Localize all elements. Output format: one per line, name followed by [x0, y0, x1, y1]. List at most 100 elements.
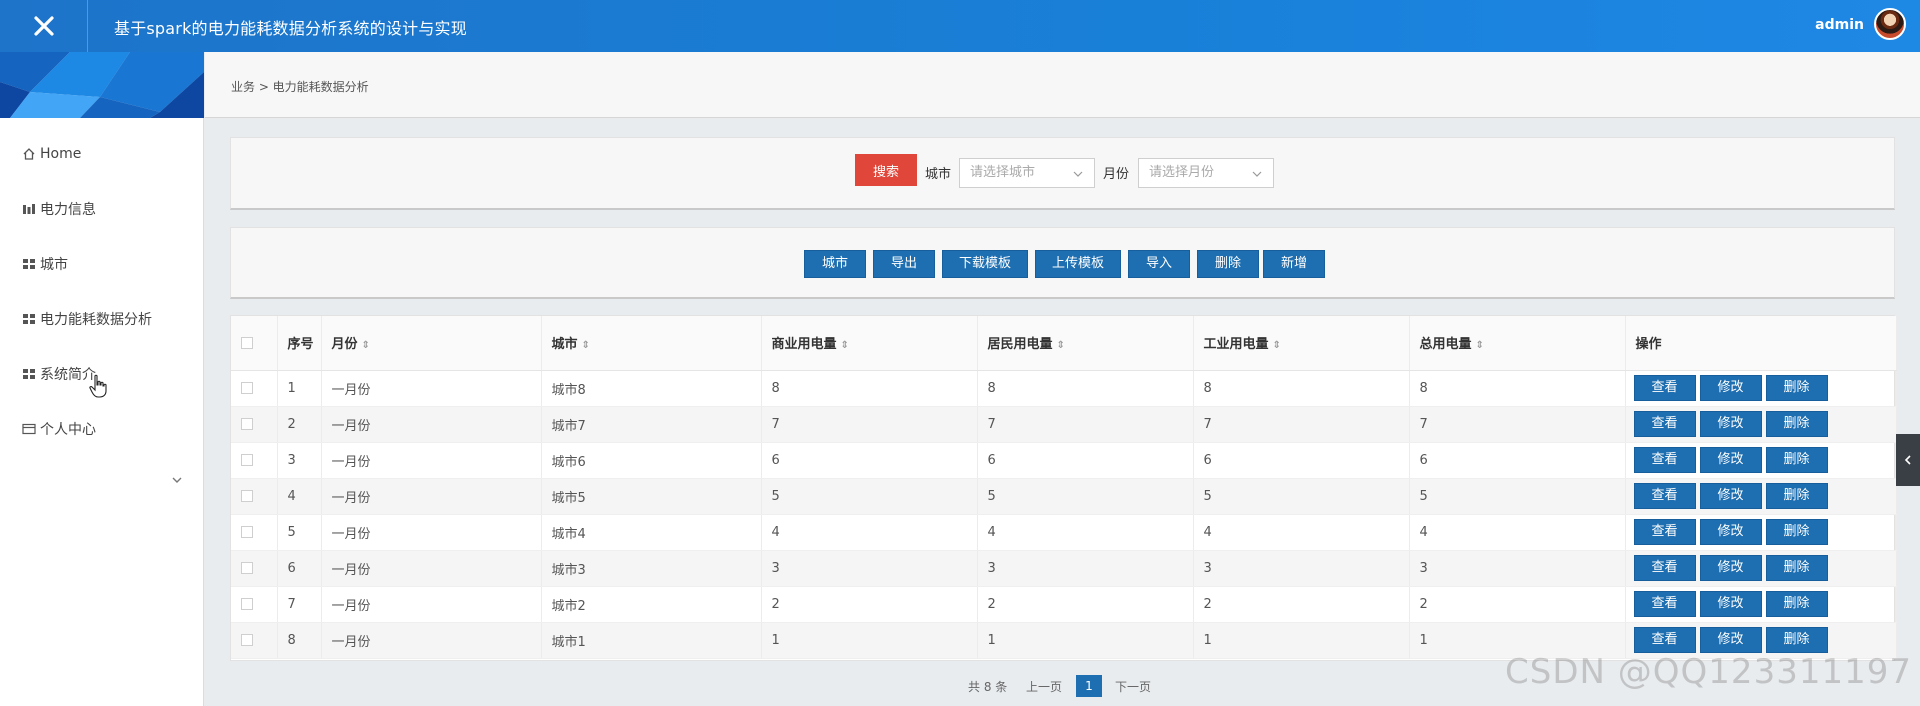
month-select[interactable]: 请选择月份: [1138, 158, 1274, 188]
col-city[interactable]: 城市 ⇕: [541, 316, 762, 371]
row-delete-button[interactable]: 删除: [1765, 411, 1828, 437]
cell-month: 一月份: [321, 586, 542, 623]
edit-button[interactable]: 修改: [1699, 483, 1762, 509]
col-month[interactable]: 月份 ⇕: [321, 316, 542, 371]
row-checkbox[interactable]: [241, 526, 253, 538]
row-delete-button[interactable]: 删除: [1765, 519, 1828, 545]
sort-icon[interactable]: ⇕: [582, 340, 590, 351]
edit-button[interactable]: 修改: [1699, 411, 1762, 437]
row-select-cell[interactable]: [231, 622, 278, 659]
row-select-cell[interactable]: [231, 514, 278, 551]
row-checkbox[interactable]: [241, 418, 253, 430]
sort-icon[interactable]: ⇕: [841, 340, 849, 351]
select-all-cell[interactable]: [231, 316, 278, 371]
select-all-checkbox[interactable]: [241, 336, 253, 349]
row-checkbox[interactable]: [241, 598, 253, 610]
sidebar-item-power-info[interactable]: 电力信息: [22, 197, 96, 221]
sidebar-item-label: 城市: [40, 257, 68, 273]
pagination-prev[interactable]: 上一页: [1026, 678, 1062, 695]
view-button[interactable]: 查看: [1633, 627, 1696, 653]
breadcrumb[interactable]: 业务 > 电力能耗数据分析: [231, 78, 369, 95]
row-select-cell[interactable]: [231, 478, 278, 515]
table-row: 4 一月份 城市5 5 5 5 5 查看 修改 删除: [231, 478, 1897, 515]
sort-icon[interactable]: ⇕: [1273, 340, 1281, 351]
pagination-next[interactable]: 下一页: [1115, 678, 1151, 695]
sidebar-item-label: 电力信息: [40, 202, 96, 218]
month-select-placeholder: 请选择月份: [1149, 165, 1215, 180]
card-icon: [22, 422, 36, 436]
row-delete-button[interactable]: 删除: [1765, 555, 1828, 581]
row-checkbox[interactable]: [241, 454, 253, 466]
cell-total: 7: [1409, 406, 1626, 443]
delete-button[interactable]: 删除: [1197, 250, 1259, 278]
view-button[interactable]: 查看: [1633, 591, 1696, 617]
month-label: 月份: [1103, 167, 1130, 182]
col-residential[interactable]: 居民用电量 ⇕: [977, 316, 1194, 371]
row-delete-button[interactable]: 删除: [1765, 375, 1828, 401]
row-select-cell[interactable]: [231, 586, 278, 623]
row-delete-button[interactable]: 删除: [1765, 627, 1828, 653]
col-commercial[interactable]: 商业用电量 ⇕: [761, 316, 978, 371]
col-index: 序号: [277, 316, 322, 371]
download-template-button[interactable]: 下载模板: [942, 250, 1028, 278]
cell-commercial: 6: [761, 442, 978, 479]
view-button[interactable]: 查看: [1633, 555, 1696, 581]
edit-button[interactable]: 修改: [1699, 375, 1762, 401]
cell-city: 城市7: [541, 406, 762, 443]
pagination-current-page[interactable]: 1: [1076, 675, 1102, 697]
edit-button[interactable]: 修改: [1699, 591, 1762, 617]
cell-commercial: 4: [761, 514, 978, 551]
table-row: 1 一月份 城市8 8 8 8 8 查看 修改 删除: [231, 370, 1897, 407]
side-panel-toggle[interactable]: [1896, 434, 1920, 486]
import-button[interactable]: 导入: [1128, 250, 1190, 278]
city-select[interactable]: 请选择城市: [959, 158, 1095, 188]
row-checkbox[interactable]: [241, 382, 253, 394]
cell-month: 一月份: [321, 370, 542, 407]
watermark: CSDN @QQ123311197: [1505, 652, 1912, 692]
row-select-cell[interactable]: [231, 370, 278, 407]
cell-residential: 6: [977, 442, 1194, 479]
row-delete-button[interactable]: 删除: [1765, 483, 1828, 509]
export-button[interactable]: 导出: [873, 250, 935, 278]
cell-index: 8: [277, 622, 322, 659]
search-button[interactable]: 搜索: [855, 154, 917, 186]
upload-template-button[interactable]: 上传模板: [1035, 250, 1121, 278]
row-select-cell[interactable]: [231, 442, 278, 479]
view-button[interactable]: 查看: [1633, 411, 1696, 437]
row-checkbox[interactable]: [241, 634, 253, 646]
row-select-cell[interactable]: [231, 550, 278, 587]
row-delete-button[interactable]: 删除: [1765, 447, 1828, 473]
sidebar-item-personal-center[interactable]: 个人中心: [22, 417, 96, 441]
view-button[interactable]: 查看: [1633, 375, 1696, 401]
edit-button[interactable]: 修改: [1699, 627, 1762, 653]
col-total[interactable]: 总用电量 ⇕: [1409, 316, 1626, 371]
row-select-cell[interactable]: [231, 406, 278, 443]
view-button[interactable]: 查看: [1633, 519, 1696, 545]
view-button[interactable]: 查看: [1633, 447, 1696, 473]
username[interactable]: admin: [1815, 17, 1864, 33]
chevron-down-icon[interactable]: [170, 473, 184, 487]
sort-icon[interactable]: ⇕: [1057, 340, 1065, 351]
cell-commercial: 8: [761, 370, 978, 407]
sort-icon[interactable]: ⇕: [362, 340, 370, 351]
col-industrial[interactable]: 工业用电量 ⇕: [1193, 316, 1410, 371]
edit-button[interactable]: 修改: [1699, 519, 1762, 545]
close-menu-button[interactable]: [0, 0, 88, 52]
cell-industrial: 1: [1193, 622, 1410, 659]
sort-icon[interactable]: ⇕: [1476, 340, 1484, 351]
edit-button[interactable]: 修改: [1699, 447, 1762, 473]
sidebar-item-energy-analysis[interactable]: 电力能耗数据分析: [22, 307, 152, 331]
top-header: 基于spark的电力能耗数据分析系统的设计与实现 admin: [0, 0, 1920, 52]
view-button[interactable]: 查看: [1633, 483, 1696, 509]
sidebar-item-home[interactable]: Home: [22, 142, 81, 166]
cell-city: 城市5: [541, 478, 762, 515]
sidebar-item-city[interactable]: 城市: [22, 252, 68, 276]
add-button[interactable]: 新增: [1263, 250, 1325, 278]
edit-button[interactable]: 修改: [1699, 555, 1762, 581]
row-checkbox[interactable]: [241, 490, 253, 502]
row-checkbox[interactable]: [241, 562, 253, 574]
sidebar-item-system-intro[interactable]: 系统简介: [22, 362, 96, 386]
avatar[interactable]: [1874, 8, 1906, 40]
city-button[interactable]: 城市: [804, 250, 866, 278]
row-delete-button[interactable]: 删除: [1765, 591, 1828, 617]
